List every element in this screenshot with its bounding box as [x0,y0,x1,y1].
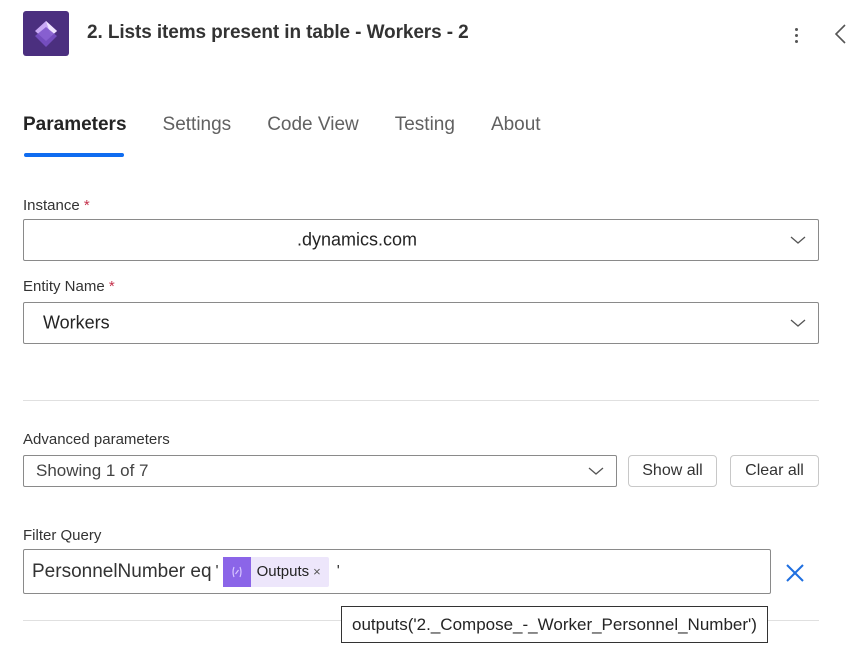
instance-label-text: Instance [23,197,80,214]
expression-icon [222,556,251,587]
more-dot [794,39,798,43]
tab-parameters[interactable]: Parameters [23,114,127,136]
dynamic-content-token[interactable]: Outputs × [222,556,329,587]
action-title: 2. Lists items present in table - Worker… [87,22,469,43]
tab-settings[interactable]: Settings [163,114,232,136]
token-label: Outputs [256,563,310,580]
filter-query-input[interactable]: PersonnelNumber eq ' Outputs × ' [23,549,771,594]
close-quote: ' [336,562,340,580]
chevron-down-icon [790,319,806,327]
entity-name-label: Entity Name * [23,278,115,295]
chevron-down-icon [790,236,806,244]
required-marker: * [83,197,90,214]
more-options-button[interactable] [786,22,806,48]
fx-icon [232,566,242,577]
required-marker: * [108,278,115,295]
tab-list: Parameters Settings Code View Testing Ab… [23,114,577,136]
advanced-parameters-value: Showing 1 of 7 [36,461,149,480]
advanced-parameters-label: Advanced parameters [23,431,170,448]
entity-name-value: Workers [43,312,110,333]
action-panel: 2. Lists items present in table - Worker… [0,0,856,645]
clear-all-button[interactable]: Clear all [730,455,819,487]
open-quote: ' [215,562,219,580]
advanced-parameters-dropdown[interactable]: Showing 1 of 7 [23,455,617,487]
entity-name-label-text: Entity Name [23,278,105,295]
instance-label: Instance * [23,197,90,214]
entity-name-dropdown[interactable]: Workers [23,302,819,344]
dataverse-logo-icon [35,20,57,47]
more-vertical-icon [794,27,798,31]
remove-parameter-button[interactable] [784,562,806,584]
instance-value: .dynamics.com [297,229,418,250]
tab-testing[interactable]: Testing [395,114,455,136]
tab-about[interactable]: About [491,114,541,136]
show-all-button[interactable]: Show all [628,455,717,487]
collapse-panel-button[interactable] [830,20,850,48]
more-dot [794,33,798,37]
token-expression-tooltip: outputs('2._Compose_-_Worker_Personnel_N… [341,606,768,643]
chevron-down-icon [588,467,604,475]
remove-token-icon[interactable]: × [313,564,321,579]
filter-query-label: Filter Query [23,527,102,544]
close-icon [786,564,804,582]
connector-icon [23,11,69,56]
section-divider [23,400,819,401]
chevron-left-icon [834,24,846,44]
filter-query-text: PersonnelNumber eq [32,560,212,582]
tab-code-view[interactable]: Code View [267,114,359,136]
active-tab-indicator [24,153,124,157]
instance-dropdown[interactable]: .dynamics.com [23,219,819,261]
